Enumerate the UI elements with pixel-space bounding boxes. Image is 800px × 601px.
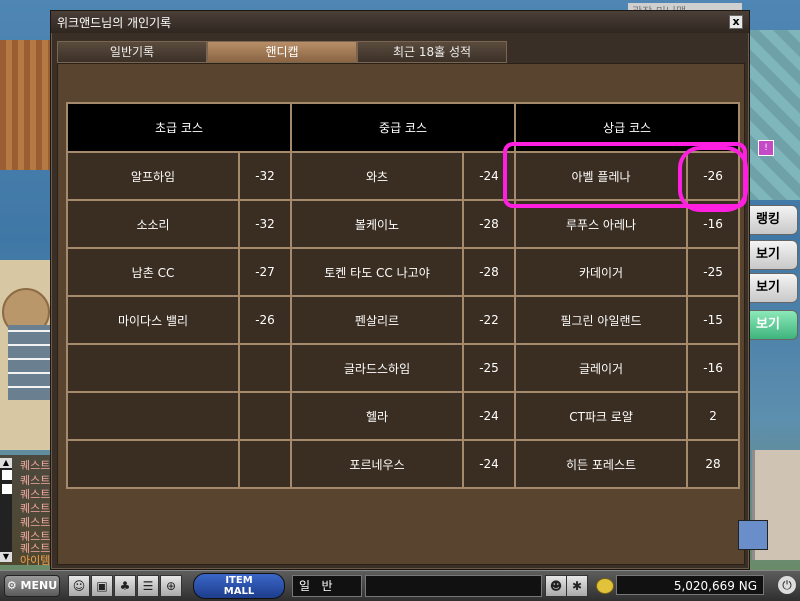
course-score: -32 <box>237 151 293 201</box>
quest-checkbox[interactable] <box>2 470 12 480</box>
scroll-up-icon[interactable]: ▲ <box>0 458 12 468</box>
course-score: -28 <box>462 247 517 297</box>
course-name: CT파크 로얄 <box>514 391 689 441</box>
character-icon[interactable]: ☺ <box>68 575 90 597</box>
course-score: -24 <box>462 439 517 489</box>
window-titlebar[interactable]: 위크앤드님의 개인기록 x <box>51 11 749 33</box>
table-row: 글라드스하임 -25 글레이거 -16 <box>66 343 741 393</box>
course-score: -32 <box>237 199 293 249</box>
chat-mode-label: 일 반 <box>299 579 333 593</box>
course-name: 히든 포레스트 <box>514 439 689 489</box>
quest-checkbox[interactable] <box>2 484 12 494</box>
minimap-icon[interactable] <box>738 520 768 550</box>
course-score: -15 <box>686 295 741 345</box>
course-name: 카데이거 <box>514 247 689 297</box>
course-score <box>237 343 293 393</box>
course-name: 소소리 <box>66 199 240 249</box>
table-row: 헬라 -24 CT파크 로얄 2 <box>66 391 741 441</box>
money-display: 5,020,669 NG <box>616 575 764 595</box>
course-name <box>66 439 240 489</box>
inventory-icon[interactable]: ▣ <box>91 575 113 597</box>
course-name: 헬라 <box>290 391 465 441</box>
itemmall-line2: MALL <box>223 586 255 597</box>
course-name: 글레이거 <box>514 343 689 393</box>
course-score: -25 <box>462 343 517 393</box>
course-name: 펜살리르 <box>290 295 465 345</box>
background-tower <box>745 30 800 200</box>
course-name: 필그린 아일랜드 <box>514 295 689 345</box>
course-name: 남촌 CC <box>66 247 240 297</box>
table-row: 포르네우스 -24 히든 포레스트 28 <box>66 439 741 489</box>
course-name: 알프하임 <box>66 151 240 201</box>
item-mall-button[interactable]: ITEM MALL <box>193 573 285 599</box>
chat-input[interactable] <box>365 575 542 597</box>
friends-icon[interactable]: ♣ <box>114 575 136 597</box>
course-score: -25 <box>686 247 741 297</box>
emoticon-icon[interactable]: ☻ <box>545 575 567 597</box>
settings-icon[interactable]: ✱ <box>566 575 588 597</box>
header-beginner-course: 초급 코스 <box>65 102 293 153</box>
menu-label: MENU <box>20 579 58 592</box>
exit-icon[interactable]: ⏻ <box>778 576 796 594</box>
minimap-toggle-icon[interactable]: ! <box>758 140 774 156</box>
bottom-toolbar: ⚙ MENU ☺ ▣ ♣ ☰ ⊕ ITEM MALL 일 반 ☻ ✱ 5,020… <box>0 570 800 601</box>
course-score <box>237 391 293 441</box>
course-score: -27 <box>237 247 293 297</box>
course-score <box>237 439 293 489</box>
course-name: 와츠 <box>290 151 465 201</box>
window-title: 위크앤드님의 개인기록 <box>57 16 172 30</box>
table-row: 마이다스 밸리 -26 펜살리르 -22 필그린 아일랜드 -15 <box>66 295 741 345</box>
handicap-panel: 초급 코스 중급 코스 상급 코스 알프하임 -32 와츠 -24 아벨 플레나… <box>57 63 745 565</box>
course-name <box>66 391 240 441</box>
course-score: -16 <box>686 343 741 393</box>
tab-recent-18-holes[interactable]: 최근 18홀 성적 <box>357 41 507 63</box>
course-name: 마이다스 밸리 <box>66 295 240 345</box>
course-name <box>66 343 240 393</box>
chat-mode-selector[interactable]: 일 반 <box>292 575 362 597</box>
highlight-mark-score <box>678 146 748 212</box>
header-intermediate-course: 중급 코스 <box>290 102 517 153</box>
background-window <box>8 325 53 400</box>
target-icon[interactable]: ⊕ <box>160 575 182 597</box>
menu-button[interactable]: ⚙ MENU <box>4 575 60 597</box>
course-name: 토켄 타도 CC 나고야 <box>290 247 465 297</box>
course-score: -28 <box>462 199 517 249</box>
scroll-down-icon[interactable]: ▼ <box>0 552 12 562</box>
tab-handicap[interactable]: 핸디캡 <box>207 41 357 63</box>
course-score: -24 <box>462 391 517 441</box>
course-name: 포르네우스 <box>290 439 465 489</box>
course-score: 2 <box>686 391 741 441</box>
personal-record-window: 위크앤드님의 개인기록 x 일반기록 핸디캡 최근 18홀 성적 초급 코스 중… <box>50 10 750 570</box>
notes-icon[interactable]: ☰ <box>137 575 159 597</box>
course-name: 글라드스하임 <box>290 343 465 393</box>
course-name: 볼케이노 <box>290 199 465 249</box>
itemmall-line1: ITEM <box>225 575 253 586</box>
table-row: 남촌 CC -27 토켄 타도 CC 나고야 -28 카데이거 -25 <box>66 247 741 297</box>
course-score: -26 <box>237 295 293 345</box>
course-score: -22 <box>462 295 517 345</box>
course-score: 28 <box>686 439 741 489</box>
tab-general-record[interactable]: 일반기록 <box>57 41 207 63</box>
close-icon[interactable]: x <box>729 15 743 29</box>
coin-icon <box>596 578 614 594</box>
